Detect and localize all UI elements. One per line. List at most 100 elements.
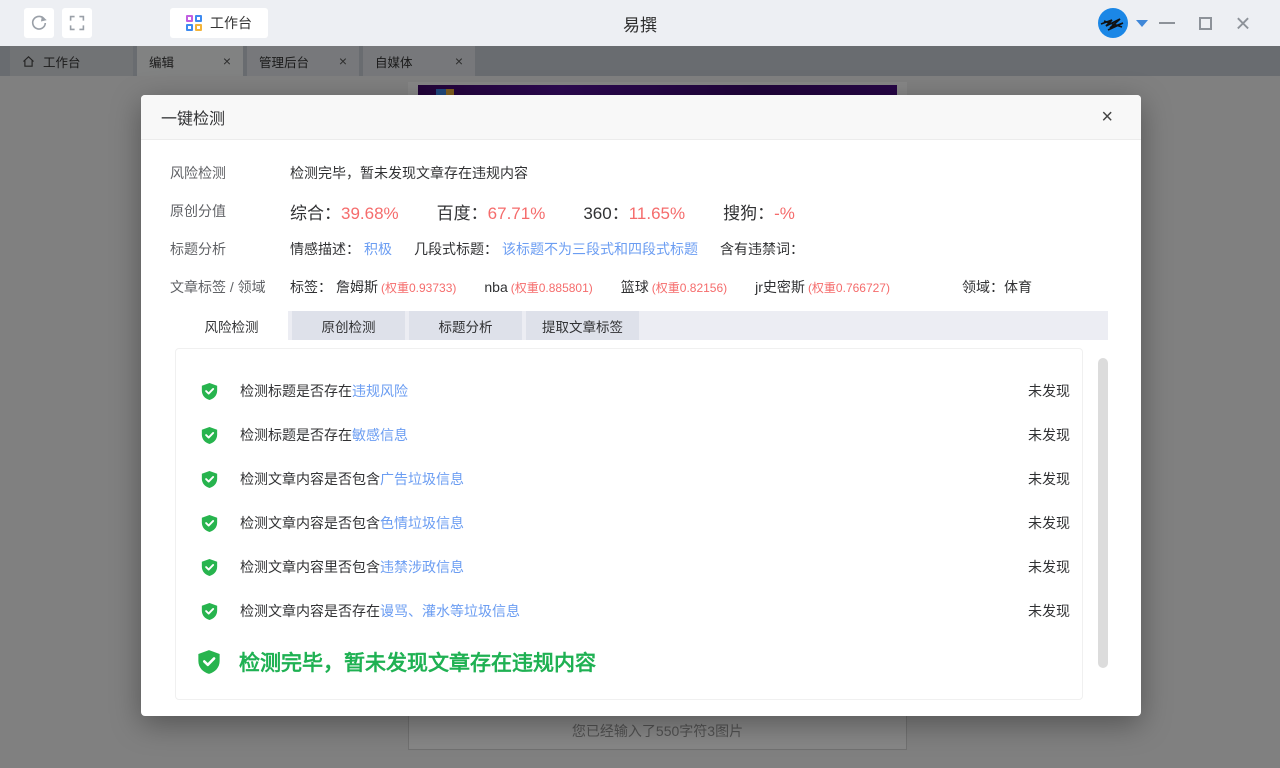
check-prefix: 检测标题是否存在 [240, 383, 352, 399]
refresh-button[interactable] [24, 8, 54, 38]
score-label: 原创分值 [170, 201, 290, 221]
workspace-button[interactable]: 工作台 [170, 8, 268, 38]
maximize-button[interactable] [1186, 6, 1224, 40]
check-row: 检测文章内容是否包含广告垃圾信息 未发现 [176, 457, 1082, 501]
risk-label: 风险检测 [170, 163, 290, 183]
check-link[interactable]: 色情垃圾信息 [380, 515, 464, 531]
shield-check-icon [201, 470, 218, 489]
score-item: 360：11.65% [583, 199, 685, 224]
check-status: 未发现 [1028, 513, 1070, 533]
modal-close-icon[interactable]: × [1101, 107, 1113, 127]
check-status: 未发现 [1028, 381, 1070, 401]
check-text: 检测文章内容是否包含色情垃圾信息 [240, 513, 464, 533]
domain-value: 领域：体育 [962, 277, 1032, 297]
check-text: 检测标题是否存在敏感信息 [240, 425, 408, 445]
tag-item: nba (权重0.885801) [484, 279, 592, 296]
tags-row: 文章标签 / 领域 标签： 詹姆斯(权重0.93733) nba (权重0.885… [170, 268, 1141, 306]
tag-weight: (权重0.82156) [652, 281, 727, 295]
fullscreen-button[interactable] [62, 8, 92, 38]
tag-weight: (权重0.766727) [808, 281, 890, 295]
tag-name: nba [484, 279, 507, 295]
check-row: 检测文章内容里否包含违禁涉政信息 未发现 [176, 545, 1082, 589]
check-status: 未发现 [1028, 425, 1070, 445]
tag-name: jr史密斯 [755, 279, 805, 295]
tag-item: 詹姆斯(权重0.93733) [336, 277, 456, 297]
scrollbar-thumb[interactable] [1098, 358, 1108, 668]
check-text: 检测文章内容是否存在谩骂、灌水等垃圾信息 [240, 601, 520, 621]
score-item: 综合：39.68% [290, 199, 399, 224]
tags-label: 文章标签 / 领域 [170, 277, 290, 297]
score-key: 百度： [437, 204, 488, 223]
tag-name: 詹姆斯 [336, 279, 378, 295]
grid-icon [186, 15, 202, 31]
check-link[interactable]: 违规风险 [352, 383, 408, 399]
risk-row: 风险检测 检测完毕，暂未发现文章存在违规内容 [170, 154, 1141, 192]
minimize-button[interactable] [1148, 6, 1186, 40]
modal-title: 一键检测 [161, 105, 225, 129]
chevron-down-icon[interactable] [1136, 20, 1148, 27]
risk-value: 检测完毕，暂未发现文章存在违规内容 [290, 163, 528, 183]
shield-check-icon [201, 602, 218, 621]
tag-item: jr史密斯(权重0.766727) [755, 277, 890, 297]
check-text: 检测标题是否存在违规风险 [240, 381, 408, 401]
structure-label: 几段式标题： [414, 239, 498, 259]
avatar-scribble [1098, 8, 1128, 38]
score-item: 百度：67.71% [437, 199, 546, 224]
tag-weight: (权重0.93733) [381, 281, 456, 295]
score-value: 11.65% [629, 204, 685, 223]
shield-check-icon [201, 426, 218, 445]
title-analysis-label: 标题分析 [170, 239, 290, 259]
tag-list-label: 标签： [290, 277, 332, 297]
content-area: 工作台 编辑 × 管理后台 × 自媒体 × 您已经输入了550字 [0, 46, 1280, 768]
check-prefix: 检测标题是否存在 [240, 427, 352, 443]
shield-check-icon [201, 514, 218, 533]
summary-row: 检测完毕，暂未发现文章存在违规内容 [176, 639, 1082, 685]
check-status: 未发现 [1028, 557, 1070, 577]
sentiment-value: 积极 [364, 239, 392, 259]
detection-modal: 一键检测 × 风险检测 检测完毕，暂未发现文章存在违规内容 原创分值 综合：39… [141, 95, 1141, 716]
titlebar-right: × [1098, 6, 1262, 40]
check-status: 未发现 [1028, 469, 1070, 489]
score-row: 原创分值 综合：39.68% 百度：67.71% 360：11.65% 搜狗：-… [170, 192, 1141, 230]
check-result-list: 检测标题是否存在违规风险 未发现 检测标题是否存在敏感信息 未发现 检测文章内容… [175, 348, 1083, 700]
score-item: 搜狗：-% [723, 199, 795, 224]
window-close-button[interactable]: × [1224, 6, 1262, 40]
shield-check-icon [201, 558, 218, 577]
modal-tab-title[interactable]: 标题分析 [409, 311, 522, 340]
check-text: 检测文章内容里否包含违禁涉政信息 [240, 557, 464, 577]
score-value: 67.71% [488, 204, 546, 223]
check-link[interactable]: 广告垃圾信息 [380, 471, 464, 487]
check-prefix: 检测文章内容是否包含 [240, 471, 380, 487]
check-status: 未发现 [1028, 601, 1070, 621]
titlebar: 工作台 易撰 × [0, 0, 1280, 46]
tag-name: 篮球 [621, 279, 649, 295]
title-analysis-row: 标题分析 情感描述： 积极 几段式标题： 该标题不为三段式和四段式标题 含有违禁… [170, 230, 1141, 268]
score-value: 39.68% [341, 204, 399, 223]
shield-check-icon [197, 649, 221, 675]
tag-item: 篮球(权重0.82156) [621, 277, 727, 297]
check-text: 检测文章内容是否包含广告垃圾信息 [240, 469, 464, 489]
shield-check-icon [201, 382, 218, 401]
fullscreen-icon [69, 15, 85, 31]
summary-text: 检测完毕，暂未发现文章存在违规内容 [239, 647, 596, 677]
check-row: 检测文章内容是否包含色情垃圾信息 未发现 [176, 501, 1082, 545]
check-link[interactable]: 敏感信息 [352, 427, 408, 443]
check-link[interactable]: 违禁涉政信息 [380, 559, 464, 575]
modal-header: 一键检测 × [141, 95, 1141, 140]
modal-tab-risk[interactable]: 风险检测 [175, 311, 288, 340]
score-key: 360： [583, 204, 628, 223]
modal-summary-section: 风险检测 检测完毕，暂未发现文章存在违规内容 原创分值 综合：39.68% 百度… [141, 140, 1141, 306]
modal-tab-original[interactable]: 原创检测 [292, 311, 405, 340]
check-link[interactable]: 谩骂、灌水等垃圾信息 [380, 603, 520, 619]
check-row: 检测文章内容是否存在谩骂、灌水等垃圾信息 未发现 [176, 589, 1082, 633]
structure-value: 该标题不为三段式和四段式标题 [502, 239, 698, 259]
score-key: 综合： [290, 204, 341, 223]
avatar[interactable] [1098, 8, 1128, 38]
app-window: 工作台 易撰 × 工作台 编辑 [0, 0, 1280, 768]
tag-weight: (权重0.885801) [511, 281, 593, 295]
score-key: 搜狗： [723, 204, 774, 223]
check-row: 检测标题是否存在敏感信息 未发现 [176, 413, 1082, 457]
banned-words-label: 含有违禁词： [720, 239, 804, 259]
check-prefix: 检测文章内容里否包含 [240, 559, 380, 575]
modal-tab-extract[interactable]: 提取文章标签 [526, 311, 639, 340]
